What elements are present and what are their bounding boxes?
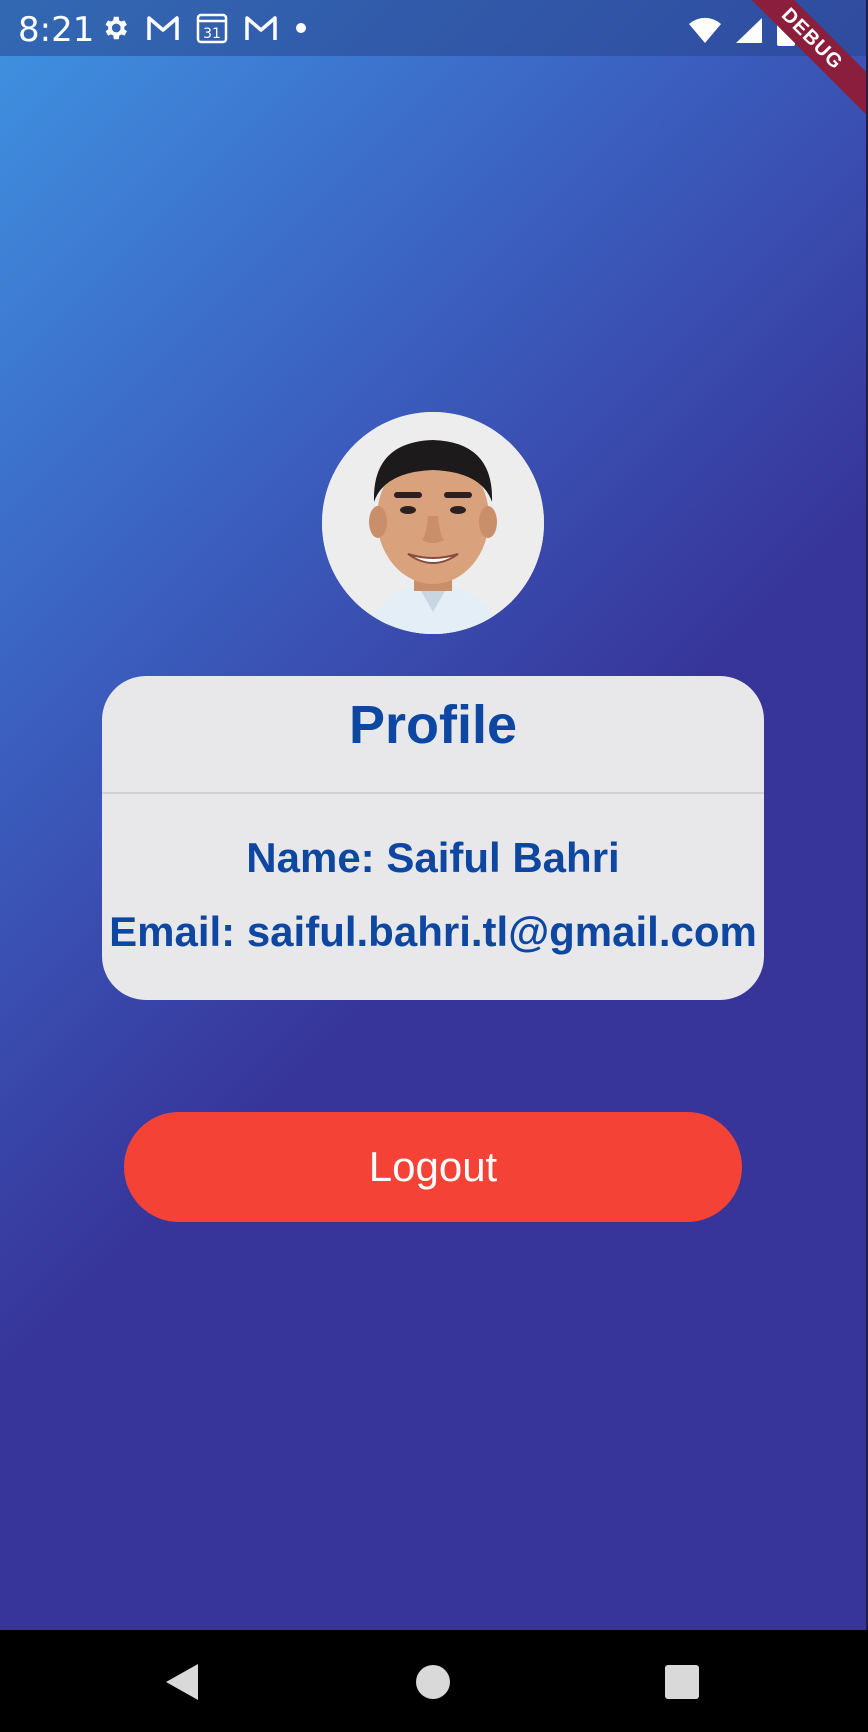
dot-icon	[294, 21, 308, 40]
signal-icon	[734, 16, 764, 49]
gmail-icon	[244, 14, 278, 47]
avatar	[322, 412, 544, 634]
calendar-day-text: 31	[203, 26, 221, 42]
profile-photo	[322, 412, 544, 634]
gear-icon	[100, 13, 130, 48]
status-bar: 8:21 31	[0, 0, 866, 56]
back-icon[interactable]	[160, 1660, 204, 1704]
card-divider	[102, 792, 764, 794]
profile-title: Profile	[348, 695, 518, 755]
profile-name: Name: Saiful Bahri	[246, 834, 620, 881]
logout-button[interactable]: Logout	[124, 1112, 742, 1222]
profile-card: Profile Name: Saiful Bahri Email: saiful…	[102, 676, 764, 1000]
navigation-bar	[0, 1630, 868, 1732]
calendar-icon: 31	[196, 12, 228, 49]
notification-icons: 31	[100, 12, 308, 49]
app-screen: 8:21 31 DEBUG Profile Name: Saiful Bahri…	[0, 0, 868, 1630]
home-icon[interactable]	[411, 1660, 455, 1704]
profile-email: Email: saiful.bahri.tl@gmail.com	[109, 908, 757, 955]
recents-icon[interactable]	[660, 1660, 704, 1704]
wifi-icon	[688, 16, 722, 49]
status-time: 8:21	[18, 10, 95, 50]
gmail-icon	[146, 14, 180, 47]
